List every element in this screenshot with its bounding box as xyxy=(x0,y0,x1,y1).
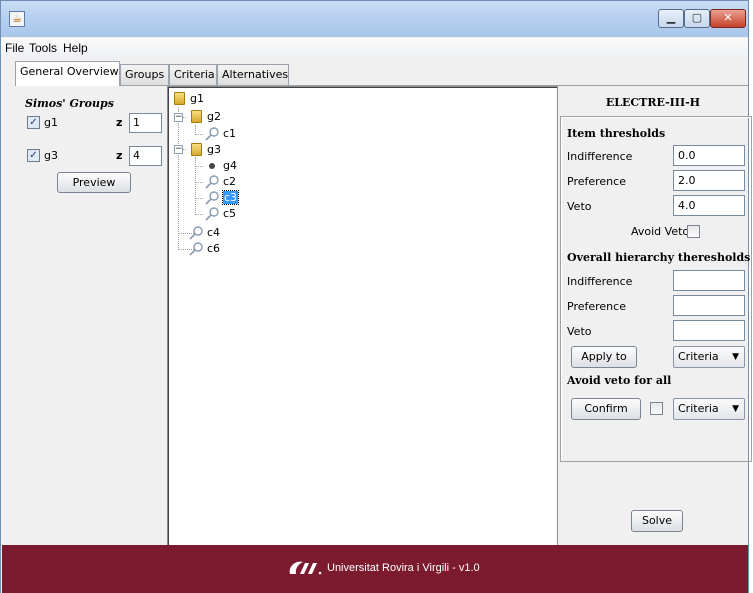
maximize-button[interactable]: ▢ xyxy=(684,9,710,28)
menu-tools[interactable]: Tools xyxy=(29,41,57,55)
tree-node-label: c2 xyxy=(223,175,237,188)
footer-text: Universitat Rovira i Virgili - v1.0 xyxy=(327,562,480,574)
z-field-g1[interactable]: 1 xyxy=(129,113,162,133)
preview-button[interactable]: Preview xyxy=(57,172,131,193)
tree-connector xyxy=(195,198,203,199)
item-veto-label: Veto xyxy=(567,200,592,213)
chevron-down-icon: ▼ xyxy=(732,404,739,414)
tree-node-label: c5 xyxy=(223,207,237,220)
item-thresholds-title: Item thresholds xyxy=(567,127,666,140)
tree-node-label: c6 xyxy=(207,242,221,255)
magnifier-icon xyxy=(205,207,219,221)
z-label: z xyxy=(116,116,123,129)
tree-connector xyxy=(178,107,179,250)
group-g3-checkbox[interactable]: ✓ xyxy=(27,149,40,162)
hierarchy-tree[interactable]: − − g1 g2 c1 g3 g4 c2 c3 c5 c4 c6 xyxy=(167,86,558,546)
magnifier-icon xyxy=(205,191,219,205)
solve-button[interactable]: Solve xyxy=(631,510,683,532)
tree-connector xyxy=(195,134,203,135)
folder-icon xyxy=(191,110,202,123)
electre-panel: ELECTRE-III-H Item thresholds Indifferen… xyxy=(558,86,752,546)
avoid-veto-label: Avoid Veto xyxy=(631,225,690,238)
z-label: z xyxy=(116,149,123,162)
group-g1-checkbox[interactable]: ✓ xyxy=(27,116,40,129)
thresholds-box: Item thresholds Indifference 0.0 Prefere… xyxy=(560,116,752,462)
chevron-down-icon: ▼ xyxy=(732,352,739,362)
tab-criteria[interactable]: Criteria xyxy=(169,64,217,85)
title-bar[interactable]: ☕ ▁ ▢ ✕ xyxy=(1,1,748,37)
avoid-veto-all-checkbox[interactable] xyxy=(650,402,663,415)
urv-logo-icon xyxy=(289,561,322,575)
tree-node-label-selected: c3 xyxy=(221,190,240,205)
overall-indifference-field[interactable] xyxy=(673,270,745,291)
item-preference-field[interactable]: 2.0 xyxy=(673,170,745,191)
tree-node-label: g2 xyxy=(207,110,221,123)
magnifier-icon xyxy=(205,127,219,141)
simos-groups-title: Simos' Groups xyxy=(25,97,114,110)
menu-file[interactable]: File xyxy=(5,41,24,55)
item-indifference-field[interactable]: 0.0 xyxy=(673,145,745,166)
group-name: g3 xyxy=(44,149,58,162)
overall-preference-label: Preference xyxy=(567,300,626,313)
overall-veto-field[interactable] xyxy=(673,320,745,341)
group-row-g1: ✓ g1 z 1 xyxy=(27,113,167,133)
folder-icon xyxy=(174,92,185,105)
tree-node-label: c4 xyxy=(207,226,221,239)
collapse-g2-icon[interactable]: − xyxy=(174,113,183,122)
java-cup-icon: ☕ xyxy=(9,11,25,27)
menu-help[interactable]: Help xyxy=(63,41,88,55)
minimize-button[interactable]: ▁ xyxy=(658,9,684,28)
tree-connector xyxy=(195,166,203,167)
apply-to-select[interactable]: Criteria ▼ xyxy=(673,346,745,368)
magnifier-icon xyxy=(189,226,203,240)
magnifier-icon xyxy=(205,175,219,189)
tree-node-label: g4 xyxy=(223,159,237,172)
simos-groups-panel: Simos' Groups ✓ g1 z 1 ✓ g3 z 4 Preview xyxy=(15,86,167,546)
application-window: ☕ ▁ ▢ ✕ File Tools Help General Overview… xyxy=(0,0,752,593)
item-indifference-label: Indifference xyxy=(567,150,633,163)
folder-icon xyxy=(191,143,202,156)
tree-node-label: c1 xyxy=(223,127,237,140)
apply-to-select-value: Criteria xyxy=(678,350,719,363)
overall-veto-label: Veto xyxy=(567,325,592,338)
overall-preference-field[interactable] xyxy=(673,295,745,316)
confirm-button[interactable]: Confirm xyxy=(571,398,641,420)
tree-node-label: g1 xyxy=(190,92,204,105)
tree-connector xyxy=(195,182,203,183)
general-overview-panel: Simos' Groups ✓ g1 z 1 ✓ g3 z 4 Preview xyxy=(15,85,752,546)
footer-banner: Universitat Rovira i Virgili - v1.0 xyxy=(2,545,748,593)
group-row-g3: ✓ g3 z 4 xyxy=(27,146,167,166)
tab-groups[interactable]: Groups xyxy=(120,64,169,85)
bullet-icon xyxy=(204,158,220,174)
collapse-g3-icon[interactable]: − xyxy=(174,145,183,154)
electre-title: ELECTRE-III-H xyxy=(605,96,701,109)
apply-to-button[interactable]: Apply to xyxy=(571,346,637,368)
tree-connector xyxy=(195,214,203,215)
overall-thresholds-title: Overall hierarchy theresholds xyxy=(567,251,751,264)
menu-bar: File Tools Help xyxy=(1,38,748,58)
item-preference-label: Preference xyxy=(567,175,626,188)
avoid-veto-all-title: Avoid veto for all xyxy=(567,374,672,387)
avoid-veto-all-select[interactable]: Criteria ▼ xyxy=(673,398,745,420)
tab-general-overview[interactable]: General Overview xyxy=(15,61,120,86)
close-button[interactable]: ✕ xyxy=(710,9,746,28)
z-field-g3[interactable]: 4 xyxy=(129,146,162,166)
magnifier-icon xyxy=(189,242,203,256)
tab-alternatives[interactable]: Alternatives xyxy=(217,64,289,85)
group-name: g1 xyxy=(44,116,58,129)
overall-indifference-label: Indifference xyxy=(567,275,633,288)
tree-node-label: g3 xyxy=(207,143,221,156)
avoid-veto-checkbox[interactable] xyxy=(687,225,700,238)
avoid-veto-all-select-value: Criteria xyxy=(678,402,719,415)
item-veto-field[interactable]: 4.0 xyxy=(673,195,745,216)
